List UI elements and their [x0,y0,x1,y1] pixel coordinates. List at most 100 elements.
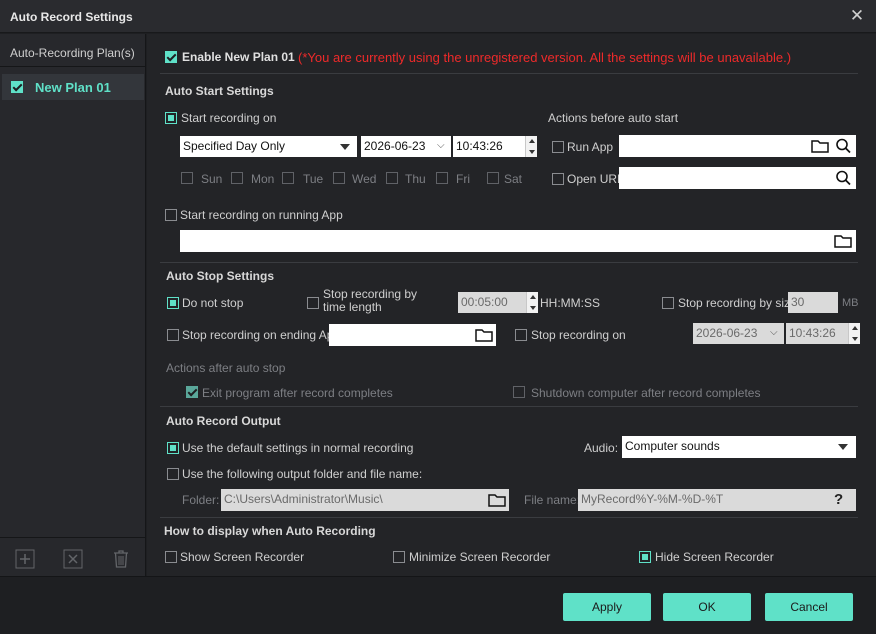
start-time-field[interactable]: 10:43:26 [453,136,537,157]
day-label-thu: Thu [405,172,426,186]
auto-start-title: Auto Start Settings [165,84,274,98]
time-spinner[interactable] [525,136,537,157]
day-checkbox-thu[interactable] [386,172,398,184]
plans-header: Auto-Recording Plan(s) [10,46,135,60]
open-url-checkbox[interactable] [552,173,564,185]
folder-icon[interactable] [832,230,852,252]
divider [0,66,146,67]
time-format-label: HH:MM:SS [540,296,600,310]
chevron-down-icon: ⌵ [437,140,445,151]
stop-on-ending-app-checkbox[interactable] [167,329,179,341]
folder-label: Folder: [182,493,220,507]
filename-input[interactable]: MyRecord%Y-%M-%D-%T ? [578,489,856,511]
minimize-recorder-label: Minimize Screen Recorder [409,550,551,564]
start-recording-on-label: Start recording on [181,111,277,125]
shutdown-label: Shutdown computer after record completes [531,386,761,400]
day-checkbox-sun[interactable] [181,172,193,184]
running-app-input[interactable] [180,230,856,252]
stop-recording-on-checkbox[interactable] [515,329,527,341]
actions-after-label: Actions after auto stop [166,361,286,375]
divider [160,262,858,263]
cancel-button[interactable]: Cancel [765,593,853,621]
day-label-mon: Mon [251,172,275,186]
exit-program-label: Exit program after record completes [202,386,393,400]
enable-plan-label: Enable New Plan 01 [182,50,295,64]
filename-value: MyRecord%Y-%M-%D-%T [581,492,724,506]
day-checkbox-tue[interactable] [282,172,294,184]
run-app-checkbox[interactable] [552,141,564,153]
plan-checkbox[interactable] [11,81,23,93]
close-icon[interactable]: ✕ [848,6,866,26]
run-app-input[interactable] [619,135,856,157]
open-url-label: Open URL [567,172,624,186]
stop-by-time-label: Stop recording by time length [323,287,418,314]
add-icon[interactable] [14,549,36,571]
start-recording-on-radio[interactable] [165,112,177,124]
audio-select[interactable]: Computer sounds [622,436,856,458]
filename-label: File name: [524,493,581,507]
search-icon[interactable] [833,135,853,157]
day-label-sun: Sun [201,172,223,186]
time-length-field[interactable]: 00:05:00 [458,292,538,313]
plan-label: New Plan 01 [35,80,111,95]
enable-plan-checkbox[interactable] [165,51,177,63]
folder-icon[interactable] [486,489,506,511]
minimize-recorder-radio[interactable] [393,551,405,563]
time-spinner[interactable] [848,323,860,344]
trash-icon[interactable] [110,549,132,571]
size-value: 30 [791,295,805,309]
start-mode-value: Specified Day Only [183,139,286,153]
stop-date-value: 2026-06-23 [696,326,758,340]
exit-program-checkbox[interactable] [186,386,198,398]
hide-recorder-radio[interactable] [639,551,651,563]
stop-by-size-checkbox[interactable] [662,297,674,309]
start-on-running-app-label: Start recording on running App [180,208,343,222]
start-mode-select[interactable]: Specified Day Only [180,136,357,157]
plans-sidebar [0,34,146,576]
show-recorder-radio[interactable] [165,551,177,563]
folder-icon[interactable] [809,135,829,157]
folder-value: C:\Users\Administrator\Music\ [224,492,383,506]
size-field[interactable]: 30 [788,292,838,313]
stop-by-time-checkbox[interactable] [307,297,319,309]
ok-button[interactable]: OK [663,593,751,621]
help-icon[interactable]: ? [834,489,854,511]
time-length-value: 00:05:00 [461,295,508,309]
chevron-down-icon [838,444,848,450]
start-time-value: 10:43:26 [456,139,503,153]
start-date-field[interactable]: 2026-06-23 ⌵ [361,136,451,157]
apply-button[interactable]: Apply [563,593,651,621]
shutdown-checkbox[interactable] [513,386,525,398]
day-checkbox-wed[interactable] [333,172,345,184]
stop-time-field[interactable]: 10:43:26 [786,323,860,344]
delete-icon[interactable] [62,549,84,571]
auto-stop-title: Auto Stop Settings [166,269,274,283]
folder-input[interactable]: C:\Users\Administrator\Music\ [221,489,509,511]
time-spinner[interactable] [526,292,538,313]
day-label-wed: Wed [352,172,377,186]
ending-app-input[interactable] [329,324,496,346]
start-date-value: 2026-06-23 [364,139,426,153]
folder-icon[interactable] [473,324,493,346]
stop-date-field[interactable]: 2026-06-23 ⌵ [693,323,784,344]
unregistered-warning: (*You are currently using the unregister… [298,50,792,65]
divider [160,406,858,407]
chevron-down-icon: ⌵ [770,327,778,338]
do-not-stop-radio[interactable] [167,297,179,309]
open-url-input[interactable] [619,167,856,189]
run-app-label: Run App [567,140,614,154]
stop-on-ending-app-label: Stop recording on ending App [182,328,341,342]
divider [0,537,146,538]
hide-recorder-label: Hide Screen Recorder [655,550,774,564]
start-on-running-app-checkbox[interactable] [165,209,177,221]
use-following-label: Use the following output folder and file… [182,467,423,481]
stop-time-value: 10:43:26 [789,326,836,340]
use-default-radio[interactable] [167,442,179,454]
use-default-label: Use the default settings in normal recor… [182,441,414,455]
day-checkbox-fri[interactable] [436,172,448,184]
use-following-radio[interactable] [167,468,179,480]
search-icon[interactable] [833,167,853,189]
day-checkbox-sat[interactable] [487,172,499,184]
day-checkbox-mon[interactable] [231,172,243,184]
chevron-down-icon [340,144,350,150]
